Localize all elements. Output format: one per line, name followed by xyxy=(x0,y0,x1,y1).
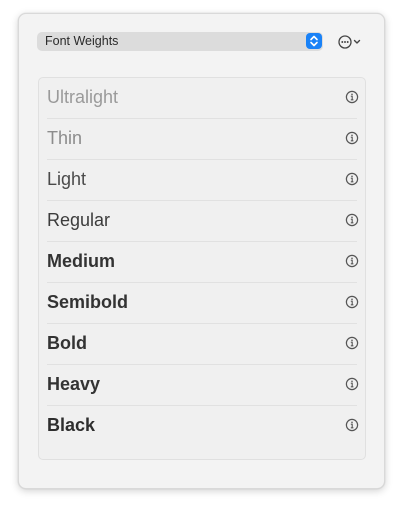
list-item-label: Ultralight xyxy=(47,87,119,107)
font-weights-popup-button[interactable]: Font Weights xyxy=(37,32,323,51)
list-item-label: Black xyxy=(47,415,96,435)
list-item-black[interactable]: Black xyxy=(47,406,359,447)
list-item-ultralight[interactable]: Ultralight xyxy=(47,78,359,119)
info-circle-icon[interactable] xyxy=(345,213,359,227)
list-item-medium[interactable]: Medium xyxy=(47,242,359,283)
info-circle-icon[interactable] xyxy=(345,254,359,268)
list-item-semibold[interactable]: Semibold xyxy=(47,283,359,324)
info-circle-icon[interactable] xyxy=(345,131,359,145)
font-weights-panel: Font Weights Ultralight Thin Light Regul… xyxy=(18,13,385,489)
info-circle-icon[interactable] xyxy=(345,336,359,350)
up-down-chevron-icon xyxy=(306,33,322,49)
info-circle-icon[interactable] xyxy=(345,295,359,309)
info-circle-icon[interactable] xyxy=(345,418,359,432)
more-options-button[interactable] xyxy=(337,33,363,51)
list-item-label: Regular xyxy=(47,210,111,230)
list-item-label: Light xyxy=(47,169,87,189)
font-weights-list: Ultralight Thin Light Regular Medium Sem… xyxy=(38,77,366,460)
list-item-heavy[interactable]: Heavy xyxy=(47,365,359,406)
list-item-thin[interactable]: Thin xyxy=(47,119,359,160)
list-item-label: Bold xyxy=(47,333,87,353)
list-item-regular[interactable]: Regular xyxy=(47,201,359,242)
chevron-down-icon xyxy=(353,39,361,44)
popup-label: Font Weights xyxy=(45,34,119,48)
info-circle-icon[interactable] xyxy=(345,377,359,391)
list-item-label: Heavy xyxy=(47,374,101,394)
toolbar: Font Weights xyxy=(37,32,367,52)
info-circle-icon[interactable] xyxy=(345,172,359,186)
info-circle-icon[interactable] xyxy=(345,90,359,104)
list-item-light[interactable]: Light xyxy=(47,160,359,201)
list-item-bold[interactable]: Bold xyxy=(47,324,359,365)
ellipsis-circle-icon xyxy=(338,35,352,49)
list-item-label: Thin xyxy=(47,128,83,148)
list-item-label: Medium xyxy=(47,251,116,271)
list-item-label: Semibold xyxy=(47,292,129,312)
